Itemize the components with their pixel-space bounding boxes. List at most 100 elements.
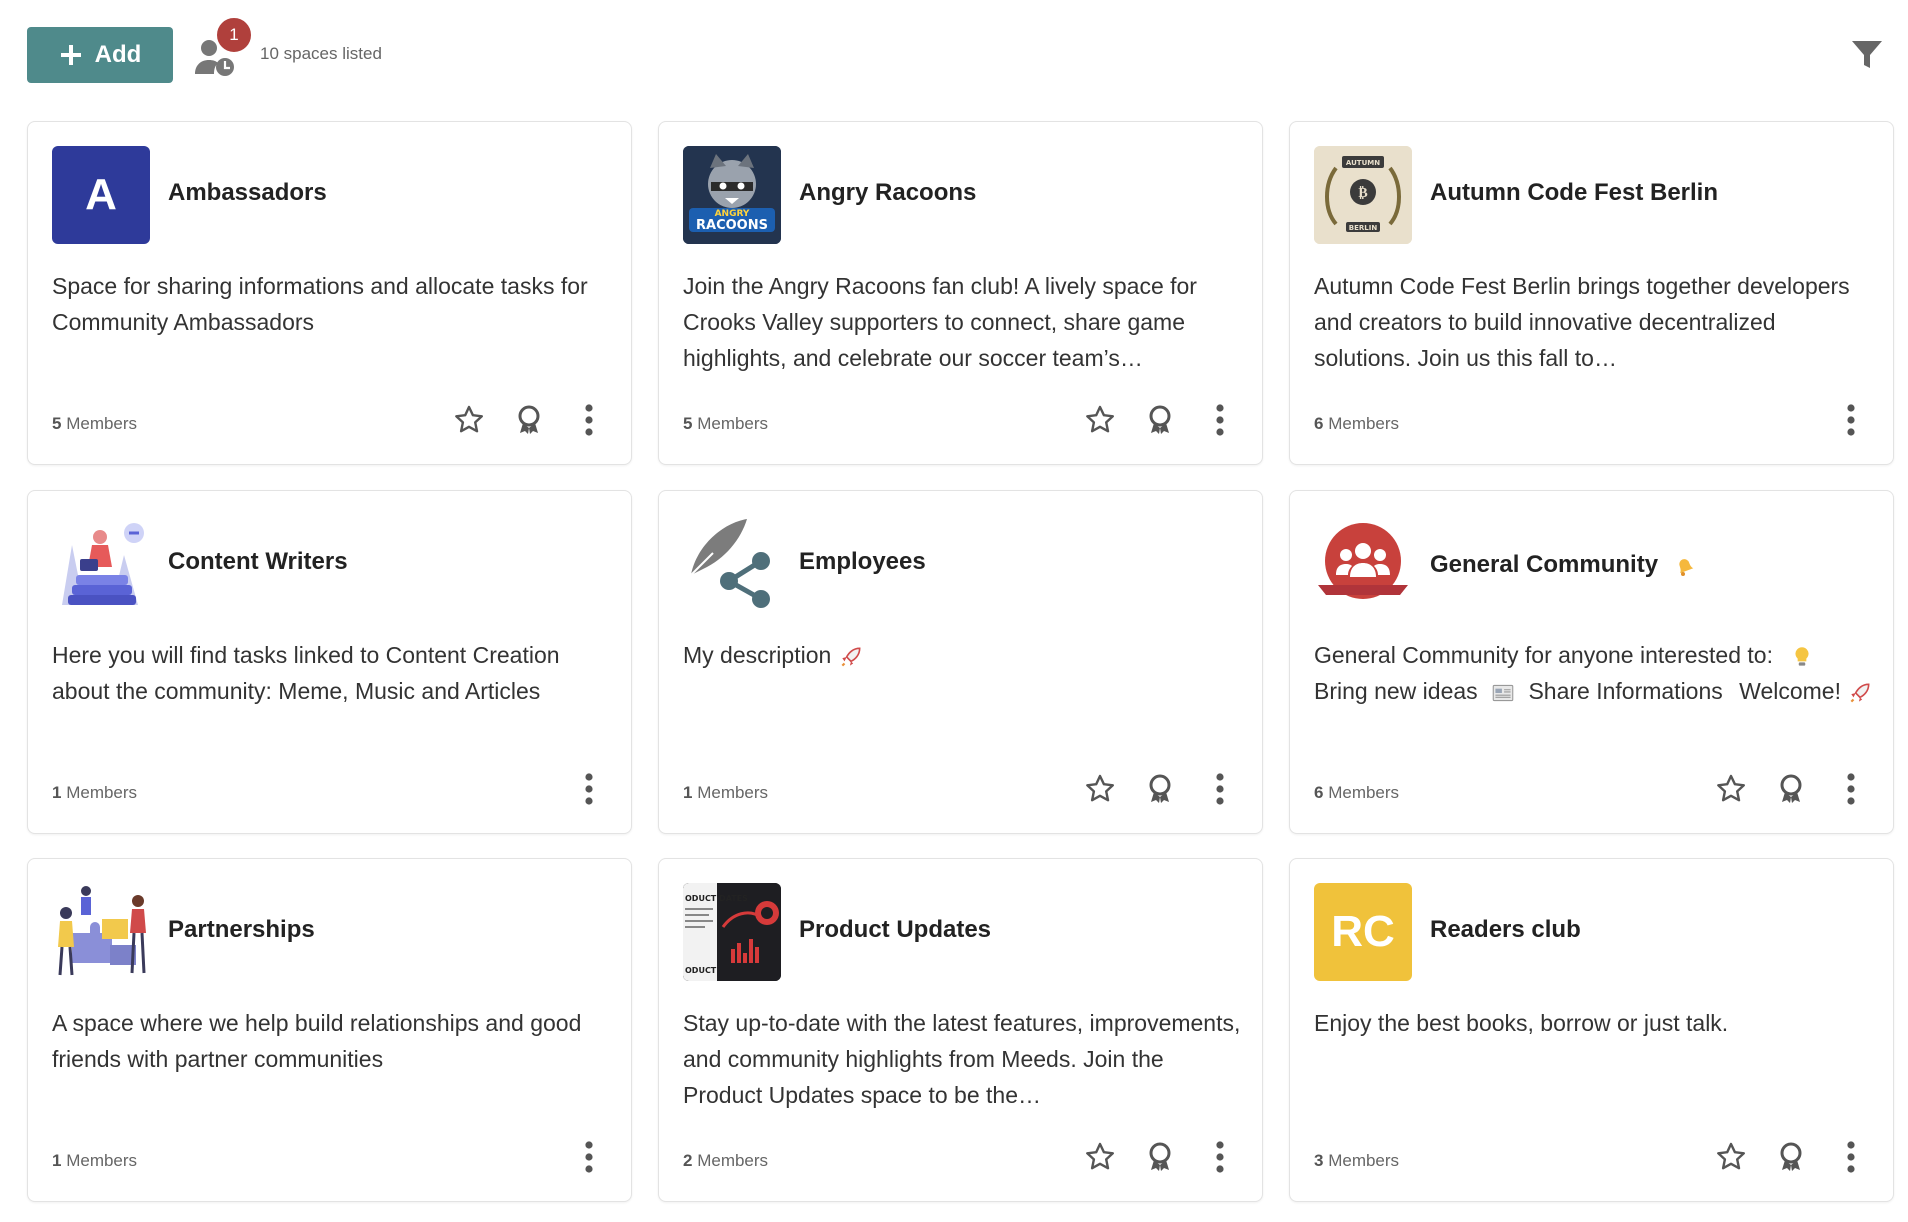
space-title-text: General Community <box>1430 551 1659 578</box>
host-button[interactable] <box>1142 771 1178 807</box>
space-description: Space for sharing informations and alloc… <box>52 273 588 335</box>
members-count: 6 Members <box>1314 414 1399 434</box>
members-number: 2 <box>683 1151 693 1170</box>
space-description: Autumn Code Fest Berlin brings together … <box>1314 273 1850 371</box>
favorite-button[interactable] <box>1082 771 1118 807</box>
space-card-content-writers[interactable]: Content Writers Here you will find tasks… <box>27 490 632 834</box>
space-menu-button[interactable] <box>1833 402 1869 438</box>
members-count: 1 Members <box>683 783 768 803</box>
award-icon <box>1149 1142 1171 1171</box>
space-card-product-updates[interactable]: ODUCT DATES ODUCT Product Updates Stay u… <box>658 858 1263 1202</box>
host-button[interactable] <box>1773 1139 1809 1175</box>
space-menu-button[interactable] <box>1202 1139 1238 1175</box>
svg-text:RACOONS: RACOONS <box>696 218 768 233</box>
space-menu-button[interactable] <box>571 402 607 438</box>
avatar-letter: A <box>85 170 117 219</box>
host-button[interactable] <box>1142 402 1178 438</box>
space-avatar[interactable] <box>52 515 150 613</box>
space-title[interactable]: Employees <box>799 548 926 576</box>
space-title[interactable]: Ambassadors <box>168 179 327 207</box>
space-card-ambassadors[interactable]: A Ambassadors Space for sharing informat… <box>27 121 632 465</box>
space-title[interactable]: Content Writers <box>168 548 348 576</box>
space-avatar[interactable]: ANGRY RACOONS <box>683 146 781 244</box>
space-description: A space where we help build relationship… <box>52 1010 582 1072</box>
description-share: Share Informations <box>1528 678 1723 704</box>
spaces-page: Add 1 10 spaces listed A Ambassadors Spa… <box>0 0 1908 1222</box>
members-label: Members <box>66 1151 138 1170</box>
space-avatar[interactable]: AUTUMN ₿ BERLIN <box>1314 146 1412 244</box>
space-title[interactable]: Partnerships <box>168 916 315 944</box>
product-updates-logo-icon: ODUCT DATES ODUCT <box>683 883 781 981</box>
dots-vertical-icon <box>585 773 593 805</box>
members-count: 1 Members <box>52 783 137 803</box>
avatar-letter: RC <box>1331 907 1395 956</box>
space-card-autumn-code-fest[interactable]: AUTUMN ₿ BERLIN Autumn Code Fest Berlin … <box>1289 121 1894 465</box>
space-menu-button[interactable] <box>1202 771 1238 807</box>
favorite-button[interactable] <box>1713 1139 1749 1175</box>
dots-vertical-icon <box>1216 773 1224 805</box>
card-actions <box>1713 1139 1869 1175</box>
space-avatar[interactable]: ODUCT DATES ODUCT <box>683 883 781 981</box>
space-menu-button[interactable] <box>1202 402 1238 438</box>
members-label: Members <box>1328 1151 1400 1170</box>
logo-text-top: ODUCT DATES <box>685 894 748 903</box>
space-menu-button[interactable] <box>1833 1139 1869 1175</box>
members-label: Members <box>697 414 769 433</box>
space-avatar[interactable] <box>1314 515 1412 613</box>
space-card-employees[interactable]: Employees My description 1 Members <box>658 490 1263 834</box>
card-actions <box>1833 402 1869 438</box>
add-space-label: Add <box>94 41 142 68</box>
svg-text:BERLIN: BERLIN <box>1349 224 1378 232</box>
members-number: 1 <box>683 783 693 802</box>
space-menu-button[interactable] <box>571 1139 607 1175</box>
favorite-button[interactable] <box>1082 402 1118 438</box>
members-number: 1 <box>52 783 62 802</box>
racoon-logo-icon: ANGRY RACOONS <box>683 146 781 244</box>
star-outline-icon <box>455 405 483 433</box>
space-card-angry-racoons[interactable]: ANGRY RACOONS Angry Racoons Join the Ang… <box>658 121 1263 465</box>
bell-icon <box>1679 558 1694 576</box>
rocket-icon <box>841 647 861 667</box>
space-card-partnerships[interactable]: Partnerships A space where we help build… <box>27 858 632 1202</box>
spaces-count: 10 spaces listed <box>260 44 382 63</box>
dots-vertical-icon <box>585 1141 593 1173</box>
star-outline-icon <box>1717 1142 1745 1170</box>
space-avatar[interactable] <box>52 883 150 981</box>
space-description: Enjoy the best books, borrow or just tal… <box>1314 1010 1729 1036</box>
members-number: 5 <box>683 414 693 433</box>
card-actions <box>1713 771 1869 807</box>
space-card-general-community[interactable]: General Community General Community for … <box>1289 490 1894 834</box>
members-number: 1 <box>52 1151 62 1170</box>
members-label: Members <box>66 414 138 433</box>
space-avatar[interactable]: RC <box>1314 883 1412 981</box>
favorite-button[interactable] <box>451 402 487 438</box>
members-count: 5 Members <box>52 414 137 434</box>
space-title[interactable]: Readers club <box>1430 916 1581 944</box>
space-title[interactable]: Angry Racoons <box>799 179 976 207</box>
host-button[interactable] <box>1773 771 1809 807</box>
favorite-button[interactable] <box>1713 771 1749 807</box>
members-label: Members <box>1328 783 1400 802</box>
space-description: Here you will find tasks linked to Conte… <box>52 642 560 704</box>
add-space-button[interactable]: Add <box>27 27 173 83</box>
host-button[interactable] <box>1142 1139 1178 1175</box>
filter-icon[interactable] <box>1850 38 1884 72</box>
space-title[interactable]: Autumn Code Fest Berlin <box>1430 179 1718 207</box>
host-button[interactable] <box>511 402 547 438</box>
space-card-readers-club[interactable]: RC Readers club Enjoy the best books, bo… <box>1289 858 1894 1202</box>
feather-share-icon <box>690 519 770 608</box>
members-label: Members <box>697 1151 769 1170</box>
space-avatar[interactable]: A <box>52 146 150 244</box>
members-label: Members <box>697 783 769 802</box>
favorite-button[interactable] <box>1082 1139 1118 1175</box>
star-outline-icon <box>1717 774 1745 802</box>
dots-vertical-icon <box>1216 404 1224 436</box>
space-title[interactable]: Product Updates <box>799 916 991 944</box>
space-menu-button[interactable] <box>571 771 607 807</box>
star-outline-icon <box>1086 405 1114 433</box>
space-title[interactable]: General Community <box>1430 551 1697 579</box>
space-menu-button[interactable] <box>1833 771 1869 807</box>
space-avatar[interactable] <box>683 515 781 613</box>
dots-vertical-icon <box>1847 773 1855 805</box>
space-description: Stay up-to-date with the latest features… <box>683 1010 1241 1108</box>
